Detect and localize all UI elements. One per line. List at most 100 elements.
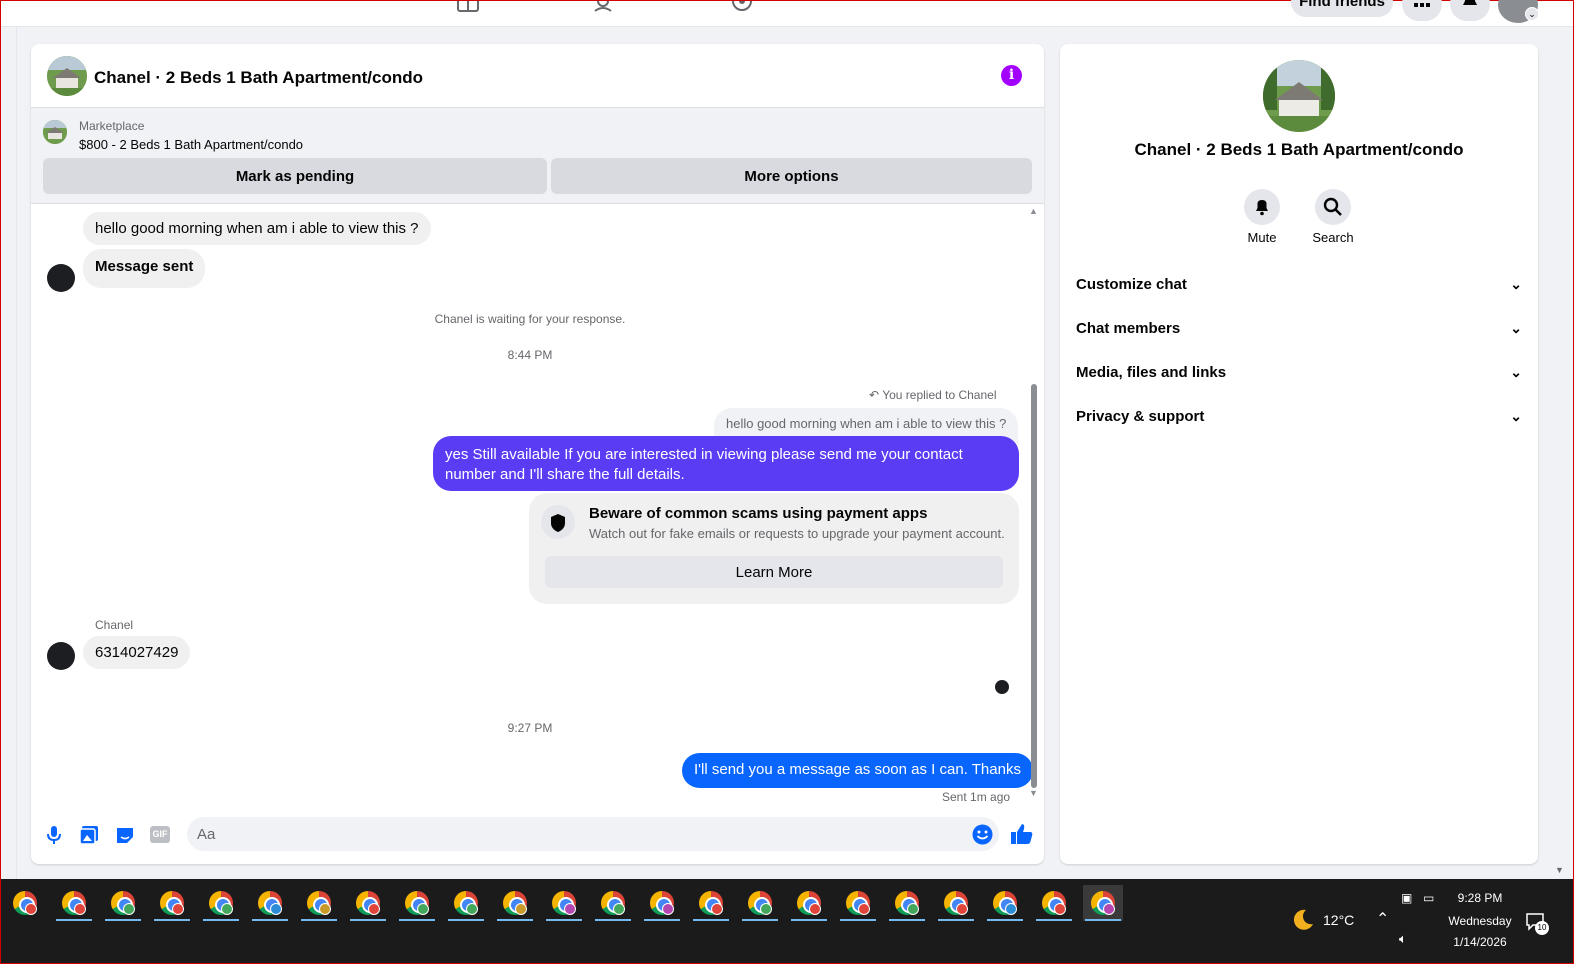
- mute-button[interactable]: [1244, 189, 1280, 225]
- taskbar-chrome-window[interactable]: [103, 885, 143, 921]
- customize-chat-section[interactable]: Customize chat ⌄: [1076, 262, 1522, 306]
- action-center-button[interactable]: 10: [1525, 911, 1549, 935]
- taskbar-chrome-window[interactable]: [593, 885, 633, 921]
- house-photo-icon: [43, 120, 67, 144]
- waiting-notice: Chanel is waiting for your response.: [434, 312, 626, 326]
- contact-avatar[interactable]: [47, 642, 75, 670]
- profile-badge-icon: [711, 903, 723, 915]
- taskbar-chrome-window[interactable]: [446, 885, 486, 921]
- outgoing-message[interactable]: I'll send you a message as soon as I can…: [682, 753, 1033, 788]
- profile-badge-icon: [858, 903, 870, 915]
- incoming-message[interactable]: hello good morning when am i able to vie…: [83, 212, 431, 245]
- outgoing-message[interactable]: yes Still available If you are intereste…: [433, 436, 1019, 491]
- network-icon[interactable]: ▭: [1423, 891, 1434, 905]
- clock-date[interactable]: 1/14/2026: [1441, 935, 1519, 949]
- grid-icon: [1414, 3, 1430, 7]
- taskbar-chrome-window[interactable]: [789, 885, 829, 921]
- taskbar-chrome-window[interactable]: [642, 885, 682, 921]
- chevron-down-icon: ⌄: [1510, 407, 1522, 424]
- taskbar-chrome-window[interactable]: [887, 885, 927, 921]
- reply-indicator: ↶ You replied to Chanel: [869, 388, 997, 402]
- taskbar-chrome-window[interactable]: [397, 885, 437, 921]
- listing-price-title[interactable]: $800 - 2 Beds 1 Bath Apartment/condo: [79, 137, 303, 152]
- message-input[interactable]: Aa: [187, 817, 999, 851]
- chevron-down-icon[interactable]: ⌄: [1525, 7, 1539, 21]
- chat-members-section[interactable]: Chat members ⌄: [1076, 306, 1522, 350]
- like-icon[interactable]: [1010, 823, 1034, 845]
- taskbar-chrome-window[interactable]: [985, 885, 1025, 921]
- find-friends-button[interactable]: Find friends: [1291, 0, 1393, 17]
- profile-badge-icon: [172, 903, 184, 915]
- taskbar-chrome-window[interactable]: [691, 885, 731, 921]
- running-indicator: [203, 919, 239, 921]
- running-indicator: [1085, 919, 1121, 921]
- info-icon[interactable]: i: [1001, 65, 1022, 86]
- meet-now-icon[interactable]: ▣: [1401, 891, 1412, 905]
- clock-day[interactable]: Wednesday: [1441, 914, 1519, 928]
- show-hidden-icons-chevron-icon[interactable]: ⌃: [1376, 909, 1389, 929]
- photo-icon[interactable]: [79, 825, 99, 845]
- running-indicator: [350, 919, 386, 921]
- more-options-button[interactable]: More options: [551, 158, 1032, 194]
- incoming-message[interactable]: Message sent: [83, 249, 206, 288]
- taskbar-chrome-window[interactable]: [348, 885, 388, 921]
- scroll-down-arrow[interactable]: ▼: [1029, 788, 1038, 798]
- emoji-icon[interactable]: [972, 824, 993, 845]
- contact-avatar[interactable]: [47, 264, 75, 292]
- incoming-message[interactable]: 6314027429: [83, 636, 191, 669]
- reply-indicator-label: You replied to Chanel: [882, 388, 997, 402]
- taskbar-chrome-window[interactable]: [299, 885, 339, 921]
- groups-nav-icon[interactable]: [729, 1, 757, 13]
- profile-badge-icon: [662, 903, 674, 915]
- friends-nav-icon[interactable]: [593, 1, 621, 13]
- scrollbar-thumb[interactable]: [1031, 384, 1037, 788]
- house-photo-icon: [47, 56, 87, 96]
- search-button[interactable]: [1315, 189, 1351, 225]
- sent-status: Sent 1m ago: [942, 790, 1011, 804]
- running-indicator: [105, 919, 141, 921]
- microphone-icon[interactable]: [45, 825, 63, 845]
- taskbar-chrome-window[interactable]: [1034, 885, 1074, 921]
- temperature[interactable]: 12°C: [1323, 912, 1354, 928]
- taskbar-chrome-window[interactable]: [936, 885, 976, 921]
- taskbar-chrome-window[interactable]: [201, 885, 241, 921]
- listing-avatar-large[interactable]: [1263, 60, 1335, 132]
- profile-badge-icon: [1103, 903, 1115, 915]
- learn-more-button[interactable]: Learn More: [545, 556, 1003, 588]
- profile-badge-icon: [25, 903, 37, 915]
- moon-weather-icon: [1293, 909, 1313, 930]
- taskbar-chrome-window[interactable]: [1083, 885, 1123, 921]
- marketplace-nav-icon[interactable]: [456, 1, 484, 13]
- volume-icon[interactable]: 🔈︎: [1399, 931, 1407, 947]
- notifications-button[interactable]: [1450, 0, 1490, 21]
- notification-count: 10: [1535, 921, 1549, 935]
- house-photo-icon: [1263, 60, 1335, 132]
- more-options-label: More options: [744, 167, 839, 185]
- profile-badge-icon: [466, 903, 478, 915]
- windows-taskbar: 12°C ⌃ ▣ ▭ 🔈︎ 9:28 PM Wednesday 1/14/202…: [1, 879, 1573, 963]
- running-indicator: [56, 919, 92, 921]
- chat-title[interactable]: Chanel · 2 Beds 1 Bath Apartment/condo: [94, 68, 423, 88]
- taskbar-chrome-window[interactable]: [495, 885, 535, 921]
- taskbar-chrome-window[interactable]: [54, 885, 94, 921]
- menu-grid-button[interactable]: [1402, 0, 1442, 21]
- listing-avatar[interactable]: [47, 56, 87, 96]
- taskbar-chrome-window[interactable]: [250, 885, 290, 921]
- sticker-icon[interactable]: [115, 825, 135, 845]
- gif-icon[interactable]: GIF: [150, 826, 170, 843]
- taskbar-chrome-window[interactable]: [740, 885, 780, 921]
- page-scroll-down-arrow[interactable]: ▼: [1555, 865, 1564, 875]
- taskbar-chrome-window[interactable]: [838, 885, 878, 921]
- mark-as-pending-button[interactable]: Mark as pending: [43, 158, 547, 194]
- clock-time[interactable]: 9:28 PM: [1441, 891, 1519, 905]
- scroll-up-arrow[interactable]: ▲: [1029, 206, 1038, 216]
- profile-badge-icon: [1054, 903, 1066, 915]
- taskbar-chrome-window[interactable]: [152, 885, 192, 921]
- privacy-support-section[interactable]: Privacy & support ⌄: [1076, 394, 1522, 438]
- scam-warning-title: Beware of common scams using payment app…: [589, 505, 928, 522]
- taskbar-chrome-window[interactable]: [544, 885, 584, 921]
- profile-badge-icon: [123, 903, 135, 915]
- taskbar-chrome-window[interactable]: [5, 885, 45, 921]
- listing-thumbnail[interactable]: [43, 120, 67, 144]
- media-files-links-section[interactable]: Media, files and links ⌄: [1076, 350, 1522, 394]
